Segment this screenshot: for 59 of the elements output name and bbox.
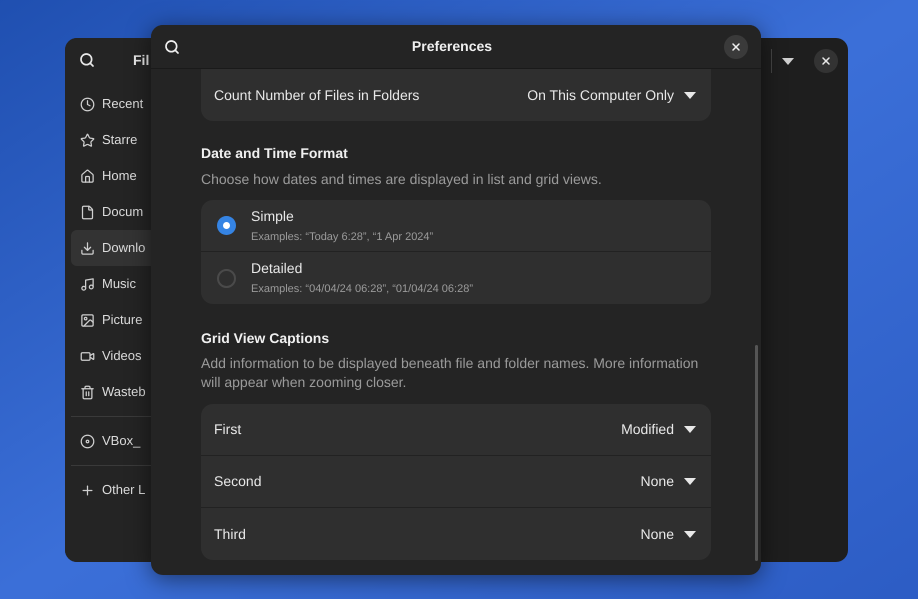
caret-icon [684, 92, 696, 98]
caret-icon [684, 426, 696, 433]
row-label: Count Number of Files in Folders [214, 86, 420, 104]
caret-icon [684, 478, 696, 485]
sidebar-label: Wasteb [102, 383, 146, 402]
sidebar-label: Home [102, 167, 137, 186]
sidebar-label: Music [102, 275, 136, 294]
row-label: Third [214, 524, 246, 544]
row-label: First [214, 420, 242, 439]
dropdown-row[interactable]: Second None [201, 456, 711, 508]
disc-icon [80, 434, 95, 448]
star-icon [80, 132, 95, 148]
radio-button[interactable] [217, 216, 236, 235]
caret-icon[interactable] [782, 58, 794, 65]
sidebar-label: Other L [102, 481, 146, 500]
search-icon[interactable] [164, 38, 180, 54]
section-description: Add information to be displayed beneath file and folder names. More information will appear when zooming closer. [201, 354, 700, 392]
sidebar-label: VBox_ [102, 432, 140, 450]
radio-row[interactable]: Simple Examples: “Today 6:28”, “1 Apr 2024” [201, 200, 711, 252]
close-icon [820, 55, 832, 67]
caret-icon [684, 530, 696, 538]
dropdown-row[interactable]: First Modified [201, 404, 711, 456]
dropdown-row[interactable]: Count Number of Files in Folders On This Computer Only [201, 69, 711, 121]
row-value: Modified [621, 420, 674, 439]
image-icon [80, 312, 95, 328]
window-title: Fil [133, 50, 150, 70]
download-icon [80, 240, 95, 256]
home-icon [80, 168, 95, 184]
plus-icon [80, 482, 95, 498]
sidebar-label: Starre [102, 131, 138, 150]
sidebar-label: Picture [102, 311, 142, 330]
clock-icon [80, 96, 95, 112]
sidebar-label: Videos [102, 347, 142, 366]
row-value: On This Computer Only [527, 86, 674, 105]
dialog-title: Preferences [412, 37, 492, 56]
document-icon [80, 204, 95, 220]
close-button[interactable] [724, 34, 748, 58]
section-title: Date and Time Format [201, 144, 349, 163]
row-label: Second [214, 472, 262, 491]
option-example: Examples: “04/04/24 06:28”, “01/04/24 06:28” [251, 282, 473, 298]
music-icon [80, 276, 95, 292]
row-value: None [640, 524, 674, 544]
close-icon [730, 40, 742, 52]
close-button[interactable] [814, 49, 838, 73]
scrollbar[interactable] [755, 345, 758, 561]
option-example: Examples: “Today 6:28”, “1 Apr 2024” [251, 230, 434, 245]
radio-row[interactable]: Detailed Examples: “04/04/24 06:28”, “01/04/24 06:28” [201, 252, 711, 304]
row-value: None [640, 472, 674, 491]
search-icon[interactable] [79, 52, 95, 68]
sidebar-label: Recent [102, 95, 144, 114]
trash-icon [80, 384, 95, 400]
section-description: Choose how dates and times are displayed in list and grid views. [201, 170, 603, 189]
sidebar-label: Downlo [102, 239, 146, 258]
option-label: Detailed [251, 259, 304, 278]
option-label: Simple [251, 206, 295, 226]
radio-button[interactable] [217, 268, 236, 288]
sidebar-label: Docum [102, 203, 144, 222]
section-title: Grid View Captions [201, 329, 330, 348]
dropdown-row[interactable]: Third None [201, 508, 711, 560]
